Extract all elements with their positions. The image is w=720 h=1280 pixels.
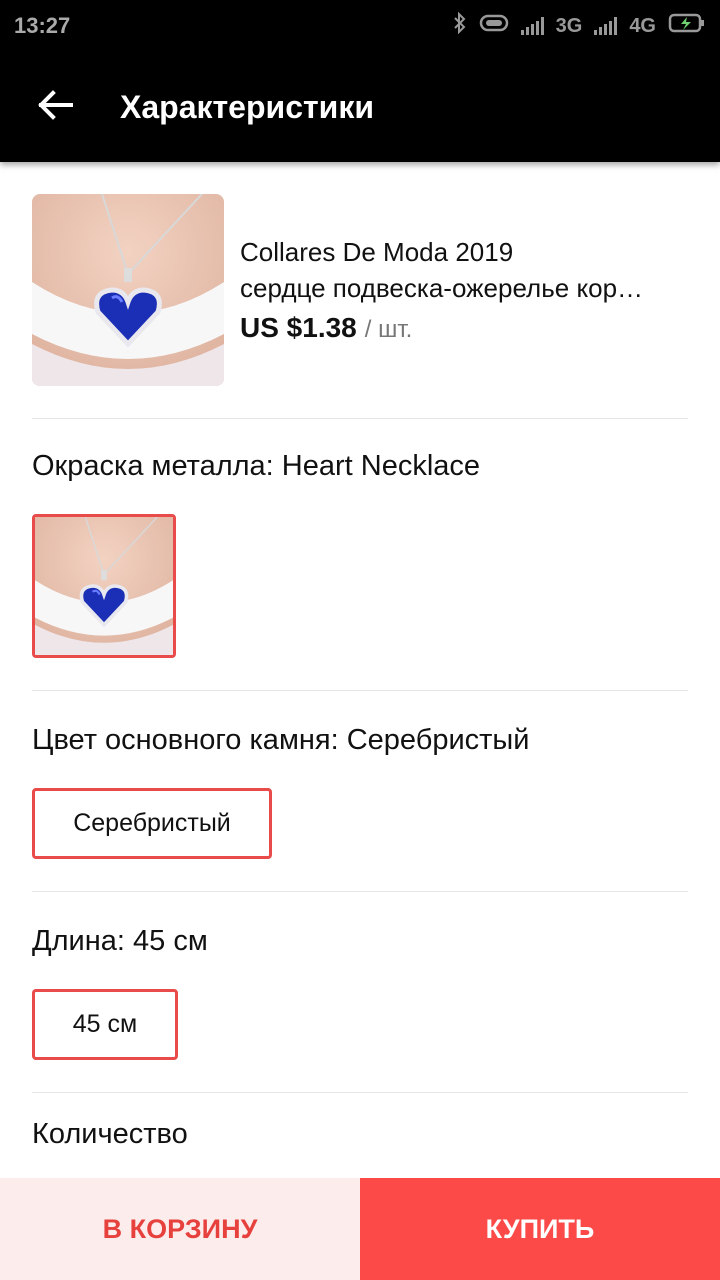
- quantity-label: Количество: [32, 1118, 188, 1150]
- length-option-45cm[interactable]: 45 см: [32, 989, 178, 1060]
- product-price: US $1.38: [240, 312, 357, 343]
- buy-now-button[interactable]: КУПИТЬ: [360, 1178, 720, 1280]
- product-image: [32, 194, 224, 386]
- product-info: Collares De Moda 2019 сердце подвеска-ож…: [240, 194, 688, 418]
- battery-charging-icon: [668, 12, 706, 40]
- stone-color-option-silver[interactable]: Серебристый: [32, 788, 272, 859]
- add-to-cart-button[interactable]: В КОРЗИНУ: [0, 1178, 360, 1280]
- page-title: Характеристики: [120, 88, 375, 125]
- bottom-action-bar: В КОРЗИНУ КУПИТЬ: [0, 1178, 720, 1280]
- status-bar: 13:27 3G 4G: [0, 0, 720, 52]
- arrow-left-icon: [37, 89, 73, 125]
- length-label: Длина: 45 см: [32, 925, 208, 957]
- divider: [32, 1092, 688, 1093]
- metal-color-option-heart-necklace[interactable]: [32, 514, 176, 658]
- status-time: 13:27: [14, 13, 71, 38]
- price-unit: / шт.: [364, 316, 413, 343]
- vibrate-icon: [479, 13, 509, 39]
- divider: [32, 891, 688, 892]
- network-4g-label: 4G: [629, 14, 656, 37]
- divider: [32, 418, 688, 419]
- bluetooth-icon: [453, 11, 467, 40]
- top-app-bar: Характеристики: [0, 52, 720, 162]
- signal-icon: [520, 17, 544, 35]
- product-name-line2: сердце подвеска-ожерелье кор…: [240, 273, 644, 303]
- back-button[interactable]: [0, 52, 110, 162]
- product-name-line1: Collares De Moda 2019: [240, 237, 514, 267]
- price-row: US $1.38 / шт.: [240, 312, 688, 344]
- network-3g-label: 3G: [555, 14, 583, 37]
- stone-color-label: Цвет основного камня: Серебристый: [32, 724, 530, 756]
- divider: [32, 690, 688, 691]
- status-icons: 3G 4G: [453, 11, 706, 40]
- signal-icon-2: [594, 17, 618, 35]
- product-summary: Collares De Moda 2019 сердце подвеска-ож…: [32, 194, 688, 418]
- metal-color-label: Окраска металла: Heart Necklace: [32, 450, 481, 482]
